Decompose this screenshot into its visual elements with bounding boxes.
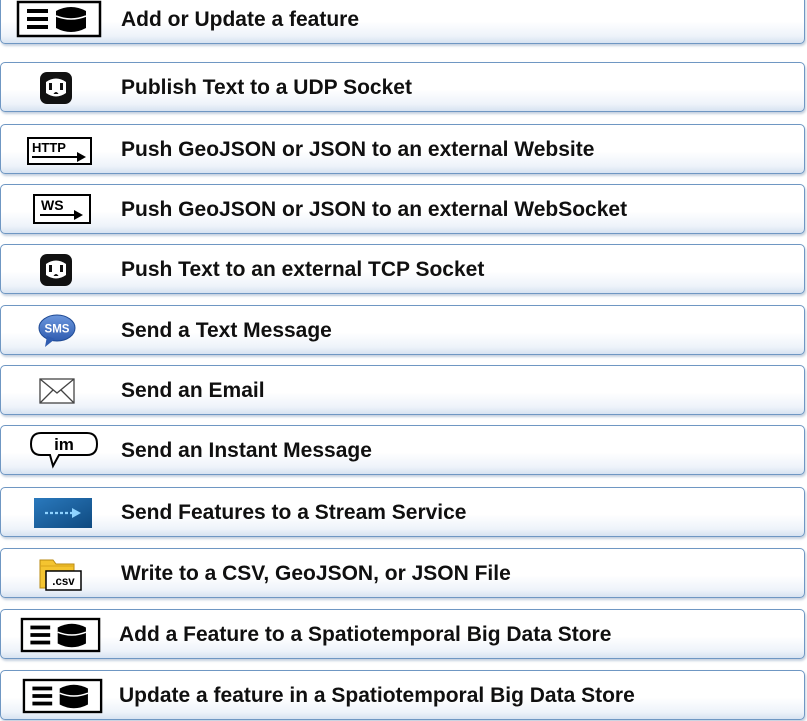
output-send-features-stream-service[interactable]: Send Features to a Stream Service	[0, 487, 805, 537]
database-list-icon	[22, 678, 103, 714]
output-write-csv-json-file[interactable]: .csv Write to a CSV, GeoJSON, or JSON Fi…	[0, 548, 805, 598]
output-push-text-tcp-socket[interactable]: Push Text to an external TCP Socket	[0, 244, 805, 294]
socket-outlet-icon	[39, 253, 73, 287]
sms-bubble-icon: SMS	[38, 314, 76, 348]
websocket-icon: WS	[33, 194, 91, 224]
output-update-feature-bds[interactable]: Update a feature in a Spatiotemporal Big…	[0, 670, 805, 720]
http-icon: HTTP	[27, 137, 92, 165]
envelope-icon	[39, 378, 75, 404]
output-connector-list: Add or Update a feature Publish Text to …	[0, 0, 807, 720]
output-push-json-websocket[interactable]: WS Push GeoJSON or JSON to an external W…	[0, 184, 805, 234]
output-push-json-website[interactable]: HTTP Push GeoJSON or JSON to an external…	[0, 124, 805, 174]
output-label: Write to a CSV, GeoJSON, or JSON File	[121, 562, 511, 585]
svg-text:WS: WS	[41, 197, 64, 213]
output-send-instant-message[interactable]: im Send an Instant Message	[0, 425, 805, 475]
database-list-icon	[16, 0, 102, 38]
output-add-or-update-feature[interactable]: Add or Update a feature	[0, 0, 805, 44]
svg-text:.csv: .csv	[52, 576, 75, 588]
output-send-email[interactable]: Send an Email	[0, 365, 805, 415]
output-label: Publish Text to a UDP Socket	[121, 76, 412, 99]
instant-message-icon: im	[29, 431, 99, 469]
socket-outlet-icon	[39, 71, 73, 105]
database-list-icon	[20, 617, 101, 653]
output-label: Send an Email	[121, 379, 265, 402]
output-label: Add or Update a feature	[121, 8, 360, 31]
svg-text:im: im	[54, 435, 74, 454]
svg-text:SMS: SMS	[45, 324, 70, 336]
output-label: Push GeoJSON or JSON to an external Webs…	[121, 138, 595, 161]
csv-folder-icon: .csv	[38, 556, 82, 592]
output-label: Push GeoJSON or JSON to an external WebS…	[121, 198, 628, 221]
output-label: Push Text to an external TCP Socket	[121, 258, 485, 281]
svg-text:HTTP: HTTP	[32, 140, 66, 155]
output-label: Send Features to a Stream Service	[121, 501, 467, 524]
output-publish-text-udp-socket[interactable]: Publish Text to a UDP Socket	[0, 62, 805, 112]
output-add-feature-bds[interactable]: Add a Feature to a Spatiotemporal Big Da…	[0, 609, 805, 659]
output-label: Send an Instant Message	[121, 439, 372, 462]
stream-service-icon	[34, 498, 92, 528]
output-label: Send a Text Message	[121, 319, 332, 342]
output-send-text-message[interactable]: SMS Send a Text Message	[0, 305, 805, 355]
output-label: Add a Feature to a Spatiotemporal Big Da…	[119, 623, 612, 646]
